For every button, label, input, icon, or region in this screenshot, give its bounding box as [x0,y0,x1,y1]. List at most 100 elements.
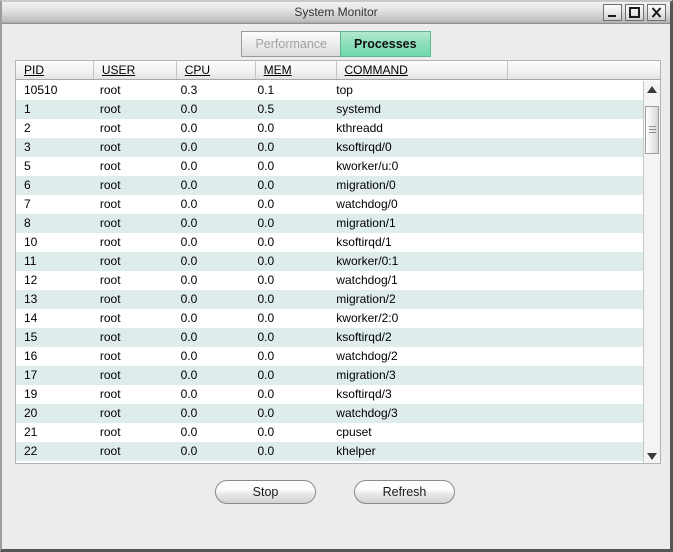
cell-pid: 5 [24,159,31,173]
table-row[interactable]: 14 root 0.0 0.0 kworker/2:0 [16,309,643,328]
refresh-button[interactable]: Refresh [354,480,455,504]
cell-cpu: 0.0 [180,254,198,268]
maximize-button[interactable] [625,4,644,21]
cell-pid: 8 [24,216,31,230]
cell-empty [495,157,643,176]
table-header-row: PID USER CPU MEM COMMAND [16,61,660,80]
cell-cpu: 0.0 [180,102,198,116]
table-row[interactable]: 20 root 0.0 0.0 watchdog/3 [16,404,643,423]
table-row[interactable]: 15 root 0.0 0.0 ksoftirqd/2 [16,328,643,347]
tab-performance[interactable]: Performance [241,31,340,57]
cell-mem: 0.1 [257,83,275,97]
column-header-pid-label: PID [24,63,45,77]
table-row[interactable]: 12 root 0.0 0.0 watchdog/1 [16,271,643,290]
cell-empty [495,423,643,442]
scroll-down-button[interactable] [644,448,660,463]
cell-cpu: 0.0 [180,273,198,287]
cell-empty [495,347,643,366]
tab-processes-label: Processes [354,37,417,51]
cell-mem: 0.0 [257,178,275,192]
cell-cpu: 0.0 [180,235,198,249]
table-row[interactable]: 2 root 0.0 0.0 kthreadd [16,119,643,138]
cell-mem: 0.0 [257,216,275,230]
vertical-scrollbar[interactable] [643,81,660,463]
table-row[interactable]: 13 root 0.0 0.0 migration/2 [16,290,643,309]
table-row[interactable]: 22 root 0.0 0.0 khelper [16,442,643,461]
cell-cpu: 0.0 [180,425,198,439]
table-row[interactable]: 1 root 0.0 0.5 systemd [16,100,643,119]
table-row[interactable]: 19 root 0.0 0.0 ksoftirqd/3 [16,385,643,404]
cell-pid: 10 [24,235,38,249]
minimize-button[interactable] [603,4,622,21]
cell-pid: 17 [24,368,38,382]
tab-processes[interactable]: Processes [340,31,431,57]
cell-user: root [99,140,121,154]
column-header-empty[interactable] [508,61,660,79]
cell-user: root [99,387,121,401]
cell-cpu: 0.0 [180,159,198,173]
cell-empty [495,252,643,271]
cell-pid: 14 [24,311,38,325]
cell-user: root [99,216,121,230]
close-button[interactable] [647,4,666,21]
cell-pid: 19 [24,387,38,401]
table-row[interactable]: 5 root 0.0 0.0 kworker/u:0 [16,157,643,176]
scrollbar-grip-icon [649,126,656,127]
cell-command: kworker/2:0 [336,311,399,325]
cell-command: migration/2 [336,292,396,306]
cell-empty [495,195,643,214]
minimize-icon [608,15,616,17]
cell-pid: 6 [24,178,31,192]
cell-user: root [99,444,121,458]
cell-cpu: 0.0 [180,292,198,306]
process-table: PID USER CPU MEM COMMAND 10510 root 0.3 0.1… [15,60,661,464]
cell-cpu: 0.0 [180,121,198,135]
cell-pid: 16 [24,349,38,363]
cell-mem: 0.0 [257,254,275,268]
cell-empty [495,290,643,309]
scroll-up-button[interactable] [644,81,660,97]
close-icon [651,7,662,18]
table-row[interactable]: 3 root 0.0 0.0 ksoftirqd/0 [16,138,643,157]
cell-command: systemd [336,102,381,116]
cell-pid: 11 [24,254,37,268]
table-row[interactable]: 10 root 0.0 0.0 ksoftirqd/1 [16,233,643,252]
column-header-mem[interactable]: MEM [256,61,337,79]
table-row[interactable]: 16 root 0.0 0.0 watchdog/2 [16,347,643,366]
triangle-up-icon [647,86,657,93]
table-row[interactable]: 17 root 0.0 0.0 migration/3 [16,366,643,385]
cell-cpu: 0.0 [180,311,198,325]
table-row[interactable]: 8 root 0.0 0.0 migration/1 [16,214,643,233]
column-header-command[interactable]: COMMAND [337,61,509,79]
cell-command: watchdog/2 [336,349,398,363]
table-row[interactable]: 11 root 0.0 0.0 kworker/0:1 [16,252,643,271]
table-row[interactable]: 7 root 0.0 0.0 watchdog/0 [16,195,643,214]
cell-command: kworker/u:0 [336,159,399,173]
cell-mem: 0.0 [257,368,275,382]
cell-pid: 2 [24,121,31,135]
cell-cpu: 0.0 [180,330,198,344]
maximize-icon [629,7,640,18]
table-row[interactable]: 10510 root 0.3 0.1 top [16,81,643,100]
column-header-user[interactable]: USER [94,61,177,79]
cell-cpu: 0.0 [180,387,198,401]
cell-command: kthreadd [336,121,383,135]
title-bar[interactable]: System Monitor [2,2,670,24]
column-header-pid[interactable]: PID [16,61,94,79]
cell-user: root [99,425,121,439]
cell-pid: 21 [24,425,38,439]
column-header-cpu[interactable]: CPU [177,61,256,79]
table-row[interactable]: 6 root 0.0 0.0 migration/0 [16,176,643,195]
scrollbar-thumb[interactable] [645,106,659,154]
cell-pid: 13 [24,292,38,306]
stop-button[interactable]: Stop [215,480,316,504]
cell-user: root [99,121,121,135]
cell-user: root [99,197,121,211]
cell-empty [495,176,643,195]
cell-cpu: 0.0 [180,140,198,154]
cell-command: ksoftirqd/0 [336,140,392,154]
cell-mem: 0.0 [257,311,275,325]
cell-mem: 0.0 [257,159,275,173]
cell-user: root [99,406,121,420]
table-row[interactable]: 21 root 0.0 0.0 cpuset [16,423,643,442]
